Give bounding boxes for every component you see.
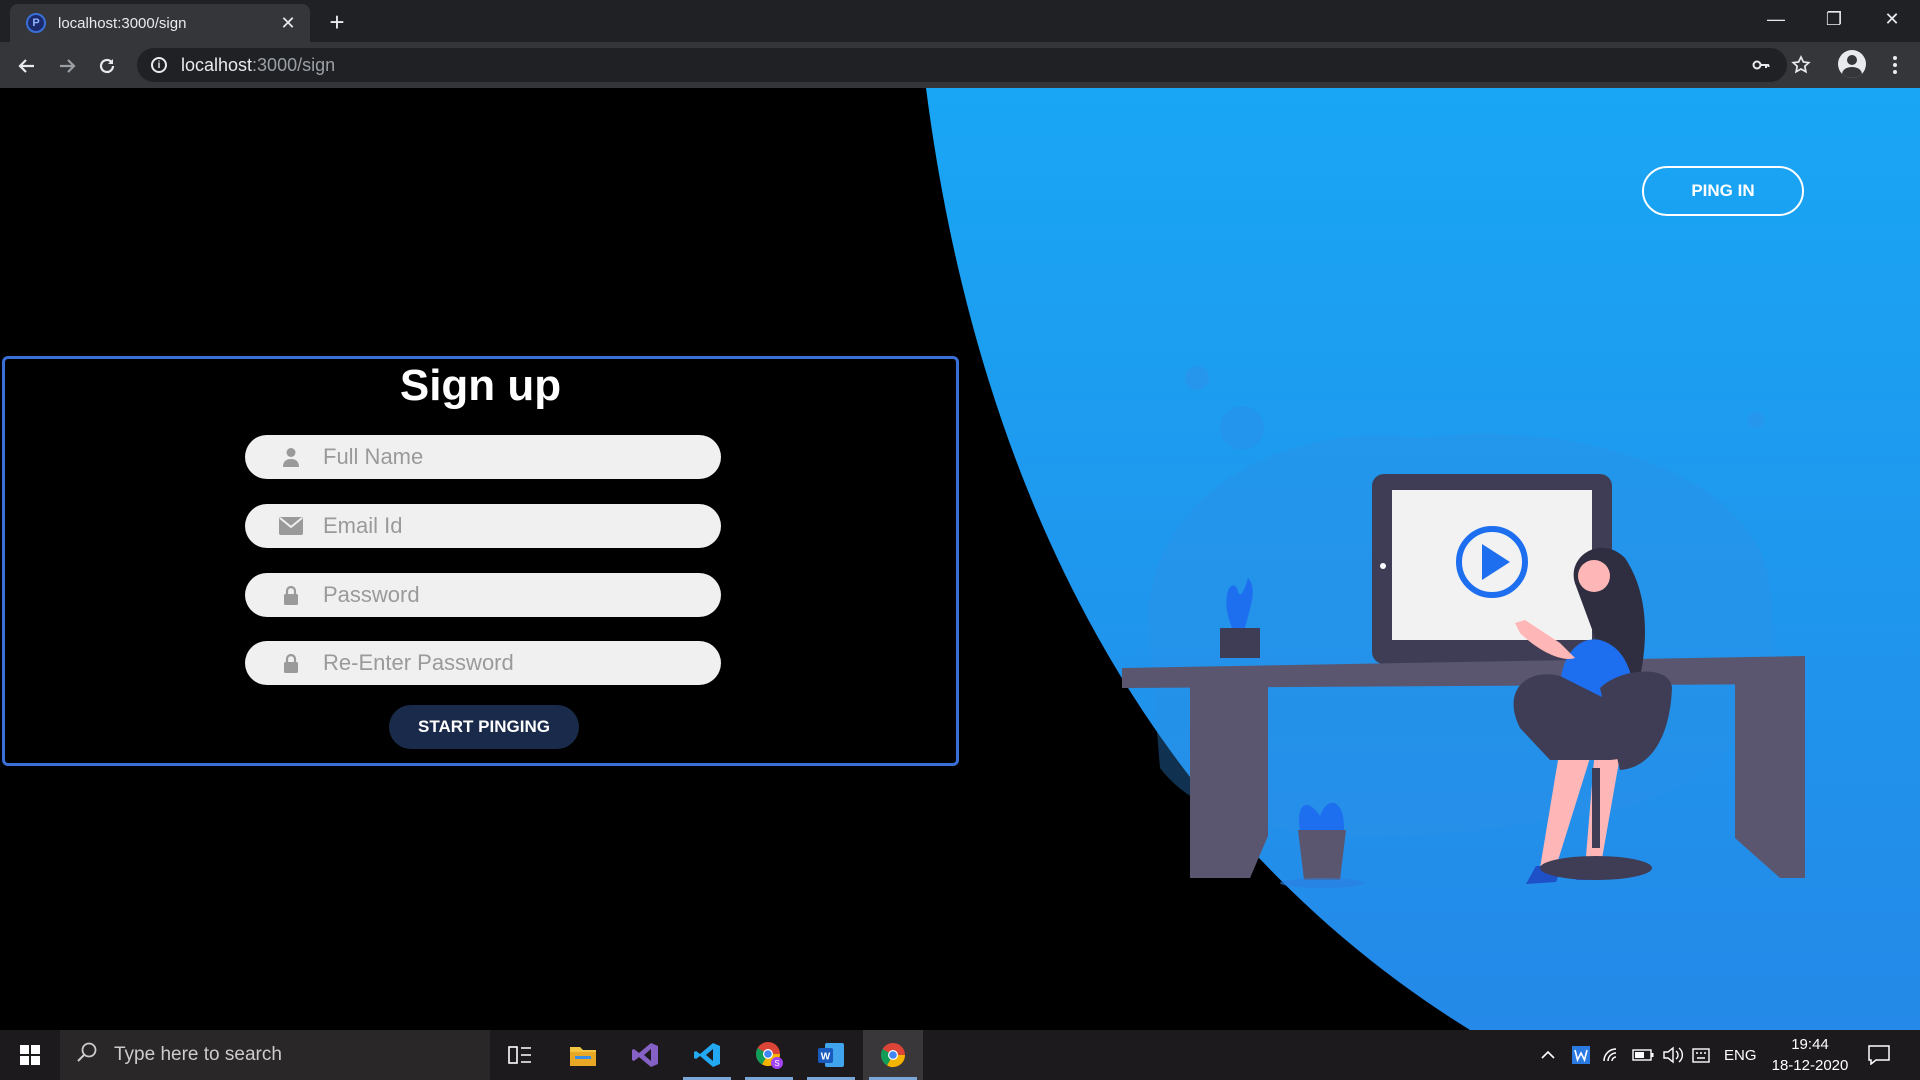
- key-icon[interactable]: [1746, 50, 1776, 80]
- signup-title: Sign up: [399, 361, 562, 410]
- full-name-input[interactable]: [323, 444, 703, 470]
- page-viewport: PING IN Sign up STAR: [0, 88, 1920, 1030]
- search-icon: [76, 1041, 102, 1069]
- windows-taskbar: Type here to search S W ENG 19:44 18-12-…: [0, 1030, 1920, 1080]
- envelope-icon: [271, 517, 311, 535]
- lock-icon: [271, 585, 311, 605]
- browser-tab-bar: P localhost:3000/sign ✕ + — ❐ ✕: [0, 0, 1920, 42]
- visual-studio-icon[interactable]: [615, 1030, 675, 1080]
- close-tab-icon[interactable]: ✕: [278, 13, 298, 33]
- desk-illustration: [1122, 474, 1805, 888]
- reenter-password-field[interactable]: [245, 641, 721, 685]
- desk-leg-left: [1190, 684, 1268, 878]
- site-info-icon[interactable]: i: [151, 57, 167, 73]
- task-view-icon[interactable]: [490, 1030, 550, 1080]
- reload-icon[interactable]: [91, 50, 123, 82]
- full-name-field[interactable]: [245, 435, 721, 479]
- word-icon[interactable]: W: [801, 1030, 861, 1080]
- password-input[interactable]: [323, 582, 703, 608]
- clock-time: 19:44: [1791, 1036, 1829, 1053]
- volume-icon[interactable]: [1662, 1030, 1684, 1080]
- back-arrow-icon[interactable]: [11, 50, 43, 82]
- minimize-button[interactable]: —: [1748, 0, 1804, 38]
- w-tray-icon[interactable]: [1572, 1030, 1590, 1080]
- forward-arrow-icon[interactable]: [51, 50, 83, 82]
- tab-title: localhost:3000/sign: [58, 14, 187, 32]
- notifications-icon[interactable]: [1868, 1030, 1890, 1080]
- chrome-profile-icon[interactable]: S: [739, 1030, 799, 1080]
- language-indicator[interactable]: ENG: [1724, 1030, 1757, 1080]
- close-window-button[interactable]: ✕: [1864, 0, 1920, 38]
- lock-icon: [271, 653, 311, 673]
- url-host: localhost: [181, 54, 253, 75]
- windows-start-icon[interactable]: [0, 1030, 60, 1080]
- reenter-password-input[interactable]: [323, 650, 703, 676]
- new-tab-button[interactable]: +: [322, 8, 352, 38]
- bookmark-star-icon[interactable]: [1786, 50, 1816, 80]
- user-icon: [271, 447, 311, 467]
- taskbar-search-box[interactable]: Type here to search: [60, 1030, 490, 1080]
- clock-date: 18-12-2020: [1771, 1057, 1849, 1074]
- wifi-icon[interactable]: [1602, 1030, 1622, 1080]
- battery-icon[interactable]: [1632, 1030, 1654, 1080]
- address-bar[interactable]: i localhost:3000/sign: [137, 48, 1787, 82]
- url-path: :3000/sign: [252, 54, 336, 75]
- password-field[interactable]: [245, 573, 721, 617]
- profile-avatar-icon[interactable]: [1838, 50, 1866, 78]
- restore-button[interactable]: ❐: [1806, 0, 1862, 38]
- email-input[interactable]: [323, 513, 703, 539]
- show-hidden-icons[interactable]: [1540, 1030, 1556, 1080]
- site-favicon-icon: P: [26, 13, 46, 33]
- browser-toolbar: i localhost:3000/sign: [0, 42, 1920, 88]
- chrome-icon[interactable]: [863, 1030, 923, 1080]
- search-placeholder: Type here to search: [114, 1044, 282, 1065]
- vscode-icon[interactable]: [677, 1030, 737, 1080]
- taskbar-clock[interactable]: 19:44 18-12-2020: [1760, 1034, 1860, 1076]
- desk-leg-right: [1735, 684, 1805, 878]
- email-field[interactable]: [245, 504, 721, 548]
- browser-tab[interactable]: P localhost:3000/sign ✕: [10, 4, 310, 42]
- keyboard-tray-icon[interactable]: [1692, 1030, 1710, 1080]
- svg-text:S: S: [774, 1059, 779, 1068]
- file-explorer-icon[interactable]: [553, 1030, 613, 1080]
- ping-in-button[interactable]: PING IN: [1642, 166, 1804, 216]
- menu-kebab-icon[interactable]: [1880, 50, 1910, 80]
- svg-text:W: W: [821, 1052, 831, 1063]
- start-pinging-button[interactable]: START PINGING: [389, 705, 579, 749]
- signup-form: Sign up START PINGING: [2, 356, 959, 766]
